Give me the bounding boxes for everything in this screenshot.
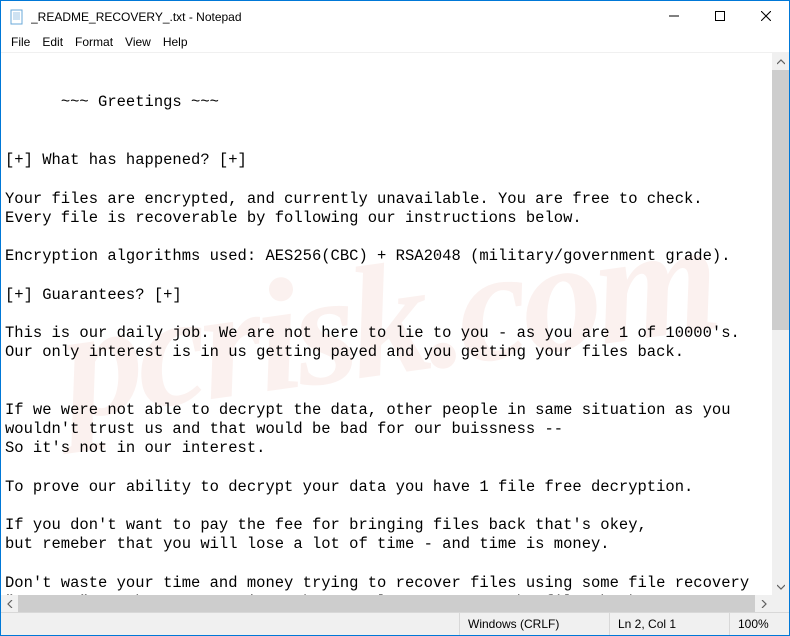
- menu-file[interactable]: File: [5, 34, 36, 50]
- chevron-right-icon: [761, 600, 767, 608]
- maximize-button[interactable]: [697, 1, 743, 31]
- minimize-button[interactable]: [651, 1, 697, 31]
- maximize-icon: [715, 11, 725, 21]
- chevron-left-icon: [7, 600, 13, 608]
- menu-format[interactable]: Format: [69, 34, 119, 50]
- window-controls: [651, 1, 789, 32]
- scroll-up-button[interactable]: [772, 53, 789, 70]
- menu-bar: File Edit Format View Help: [1, 32, 789, 52]
- scroll-right-button[interactable]: [755, 595, 772, 612]
- status-spacer: [1, 613, 459, 635]
- scroll-track-vertical[interactable]: [772, 70, 789, 578]
- scroll-track-horizontal[interactable]: [18, 595, 755, 612]
- status-encoding: Windows (CRLF): [459, 613, 609, 635]
- menu-help[interactable]: Help: [157, 34, 194, 50]
- notepad-window: _README_RECOVERY_.txt - Notepad File Edi…: [0, 0, 790, 636]
- horizontal-scroll-row: [1, 595, 789, 612]
- menu-view[interactable]: View: [119, 34, 157, 50]
- minimize-icon: [669, 11, 679, 21]
- window-title: _README_RECOVERY_.txt - Notepad: [31, 10, 651, 24]
- size-grip[interactable]: [772, 595, 789, 612]
- scroll-thumb-vertical[interactable]: [772, 70, 789, 330]
- scroll-left-button[interactable]: [1, 595, 18, 612]
- chevron-up-icon: [777, 59, 785, 65]
- horizontal-scrollbar[interactable]: [1, 595, 772, 612]
- scroll-thumb-horizontal[interactable]: [18, 595, 755, 612]
- content-area: pcrisk.com ~~~ Greetings ~~~ [+] What ha…: [1, 52, 789, 595]
- title-bar: _README_RECOVERY_.txt - Notepad: [1, 1, 789, 32]
- app-icon: [9, 9, 25, 25]
- status-bar: Windows (CRLF) Ln 2, Col 1 100%: [1, 612, 789, 635]
- scroll-down-button[interactable]: [772, 578, 789, 595]
- status-cursor-position: Ln 2, Col 1: [609, 613, 729, 635]
- vertical-scrollbar[interactable]: [772, 53, 789, 595]
- chevron-down-icon: [777, 584, 785, 590]
- status-zoom: 100%: [729, 613, 789, 635]
- menu-edit[interactable]: Edit: [36, 34, 69, 50]
- document-text: ~~~ Greetings ~~~ [+] What has happened?…: [5, 93, 758, 595]
- text-editor[interactable]: pcrisk.com ~~~ Greetings ~~~ [+] What ha…: [1, 53, 772, 595]
- close-icon: [761, 11, 771, 21]
- close-button[interactable]: [743, 1, 789, 31]
